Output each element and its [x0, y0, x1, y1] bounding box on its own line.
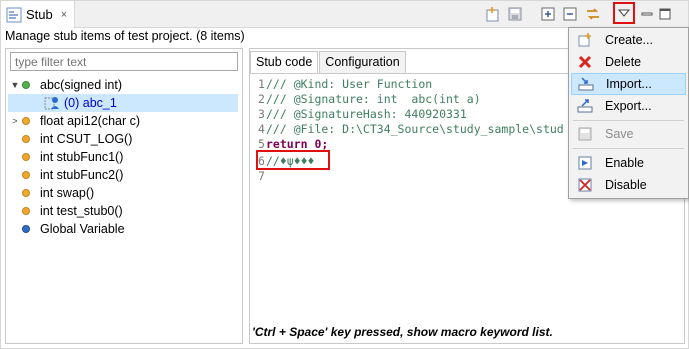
menu-separator	[573, 120, 684, 121]
stub-view-icon	[6, 7, 22, 22]
close-icon[interactable]: ×	[61, 9, 67, 21]
menu-item-disable[interactable]: Disable	[571, 174, 686, 196]
function-icon	[22, 207, 30, 215]
line-highlight-box	[256, 150, 330, 170]
filter-input[interactable]	[10, 52, 238, 71]
tree-item-label: abc(signed int)	[40, 78, 122, 92]
create-icon	[577, 32, 593, 48]
tree-item[interactable]: > float api12(char c)	[8, 112, 238, 130]
stub-case-icon	[44, 97, 59, 110]
expand-all-icon[interactable]	[540, 6, 556, 22]
code-line: 5return 0;	[258, 137, 329, 151]
code-line: 3/// @SignatureHash: 440920331	[258, 107, 467, 121]
tree-item-label: int test_stub0()	[40, 204, 123, 218]
stub-view-tab[interactable]: Stub ×	[1, 1, 75, 28]
tab-configuration[interactable]: Configuration	[319, 51, 406, 73]
tree-item-label: int CSUT_LOG()	[40, 132, 133, 146]
tree-item[interactable]: int CSUT_LOG()	[8, 130, 238, 148]
export-icon	[577, 98, 593, 114]
editor-tabs: Stub code Configuration	[250, 51, 407, 73]
enable-icon	[577, 155, 593, 171]
view-titlebar: Stub ×	[1, 1, 688, 28]
stub-tree: ▼ abc(signed int) (0) abc_1 > float api1…	[8, 76, 238, 238]
menu-item-enable[interactable]: Enable	[571, 152, 686, 174]
global-variable-icon	[22, 225, 30, 233]
tree-item[interactable]: int swap()	[8, 184, 238, 202]
code-line: 2/// @Signature: int abc(int a)	[258, 92, 481, 106]
tree-item-label: Global Variable	[40, 222, 125, 236]
disable-icon	[577, 177, 593, 193]
tree-item[interactable]: int stubFunc2()	[8, 166, 238, 184]
minimize-icon[interactable]	[639, 6, 655, 22]
tree-item-label: int stubFunc2()	[40, 168, 124, 182]
chevron-down-icon[interactable]: ▼	[8, 80, 22, 90]
menu-item-import[interactable]: Import...	[571, 73, 686, 95]
function-icon	[22, 171, 30, 179]
maximize-icon[interactable]	[657, 6, 673, 22]
save-icon[interactable]	[507, 6, 523, 22]
new-stub-icon[interactable]	[484, 6, 500, 22]
menu-item-save[interactable]: Save	[571, 123, 686, 145]
function-icon	[22, 189, 30, 197]
menu-separator	[573, 148, 684, 149]
stub-view: Stub × Manage stub items of test project…	[0, 0, 689, 349]
tree-item-label: int swap()	[40, 186, 95, 200]
function-icon	[22, 153, 30, 161]
editor-status-text: 'Ctrl + Space' key pressed, show macro k…	[252, 325, 553, 339]
sync-icon[interactable]	[585, 6, 601, 22]
tree-item-stub[interactable]: (0) abc_1	[8, 94, 238, 112]
tree-item-label: int stubFunc1()	[40, 150, 124, 164]
stub-tree-pane: ▼ abc(signed int) (0) abc_1 > float api1…	[5, 48, 243, 344]
code-line: 4/// @File: D:\CT34_Source\study_sample\…	[258, 122, 564, 136]
menu-item-delete[interactable]: Delete	[571, 51, 686, 73]
menu-item-export[interactable]: Export...	[571, 95, 686, 117]
tree-item-root[interactable]: ▼ abc(signed int)	[8, 76, 238, 94]
function-icon	[22, 135, 30, 143]
tab-stub-code[interactable]: Stub code	[250, 51, 319, 73]
view-description: Manage stub items of test project. (8 it…	[5, 29, 245, 43]
delete-icon	[577, 54, 593, 70]
chevron-right-icon[interactable]: >	[8, 116, 22, 126]
view-tab-title: Stub	[26, 7, 53, 22]
code-line: 1/// @Kind: User Function	[258, 77, 433, 91]
tree-item[interactable]: int stubFunc1()	[8, 148, 238, 166]
collapse-all-icon[interactable]	[562, 6, 578, 22]
enabled-function-icon	[22, 81, 30, 89]
view-dropdown-menu: Create... Delete Import... Export... Sav…	[568, 27, 689, 199]
menu-item-create[interactable]: Create...	[571, 29, 686, 51]
save-icon	[577, 126, 593, 142]
tree-item[interactable]: Global Variable	[8, 220, 238, 238]
tree-item-label: (0) abc_1	[64, 96, 117, 110]
tree-item-label: float api12(char c)	[40, 114, 141, 128]
import-icon	[578, 76, 594, 92]
tree-item[interactable]: int test_stub0()	[8, 202, 238, 220]
function-icon	[22, 117, 30, 125]
code-line: 7	[258, 169, 265, 183]
view-menu-icon[interactable]	[616, 5, 632, 21]
